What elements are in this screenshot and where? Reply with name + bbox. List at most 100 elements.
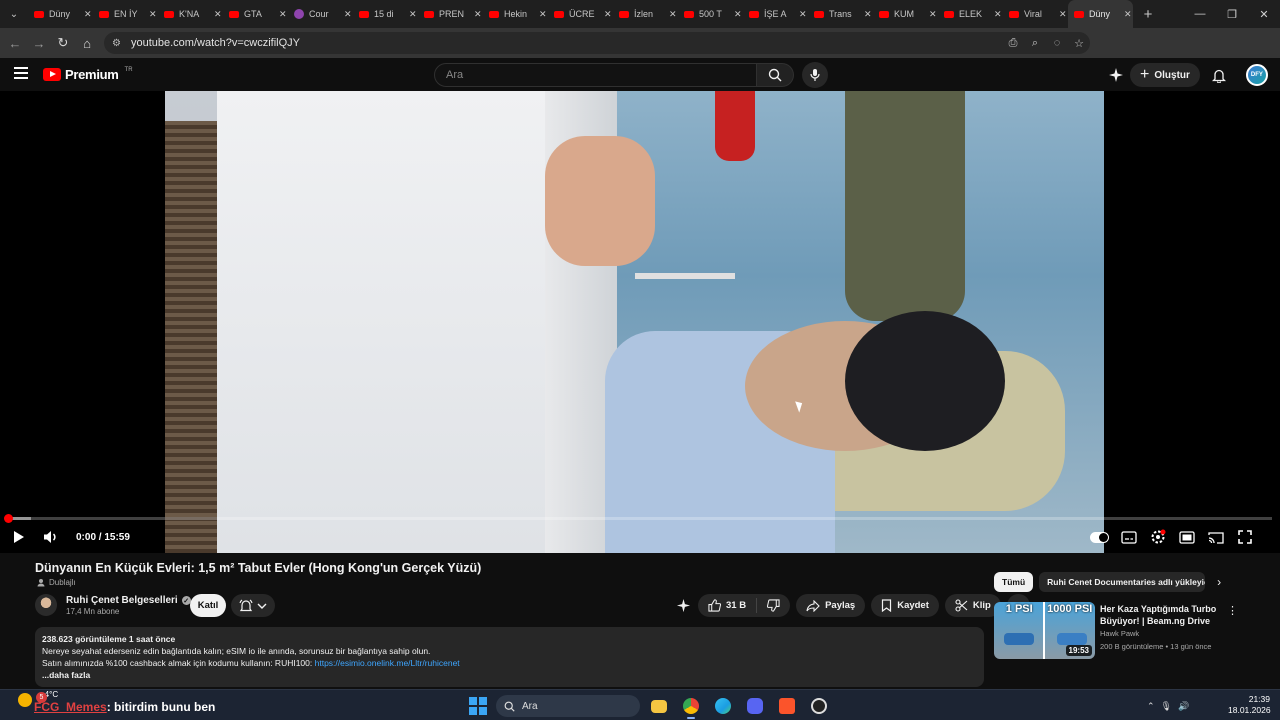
subscription-bell-button[interactable] xyxy=(231,594,275,617)
tray-mic-icon[interactable]: 🎙 xyxy=(1161,701,1172,712)
browser-tab[interactable]: EN İY ✕ xyxy=(93,0,158,28)
show-more-link[interactable]: ...daha fazla xyxy=(42,669,977,681)
tray-chevron-up-icon[interactable]: ⌃ xyxy=(1147,701,1155,712)
browser-tab[interactable]: Hekin ✕ xyxy=(483,0,548,28)
tab-close-icon[interactable]: ✕ xyxy=(474,9,482,20)
tab-close-icon[interactable]: ✕ xyxy=(84,9,92,20)
chrome-icon[interactable] xyxy=(678,693,704,719)
edge-icon[interactable] xyxy=(710,693,736,719)
browser-tab[interactable]: PREN ✕ xyxy=(418,0,483,28)
tab-close-icon[interactable]: ✕ xyxy=(539,9,547,20)
recommended-channel[interactable]: Hawk Pawk xyxy=(1100,629,1139,638)
chip-from-uploader[interactable]: Ruhi Cenet Documentaries adlı yükleyicid… xyxy=(1039,572,1206,592)
address-bar[interactable]: ⚙ youtube.com/watch?v=cwczifilQJY xyxy=(104,32,1090,54)
channel-name[interactable]: Ruhi Çenet Belgeselleri xyxy=(66,595,178,606)
obs-icon[interactable] xyxy=(806,693,832,719)
miniplayer-icon[interactable] xyxy=(1177,528,1196,547)
home-icon[interactable]: ⌂ xyxy=(75,28,99,58)
settings-gear-icon[interactable] xyxy=(1148,528,1167,547)
tab-search-icon[interactable]: ⌄ xyxy=(0,0,28,28)
browser-tab[interactable]: İŞE A ✕ xyxy=(743,0,808,28)
share-button[interactable]: Paylaş xyxy=(796,594,866,617)
eye-off-icon[interactable]: ◌ xyxy=(1046,37,1068,49)
play-icon[interactable] xyxy=(10,529,26,545)
autoplay-toggle[interactable] xyxy=(1090,528,1109,547)
browser-tab[interactable]: Düny ✕ xyxy=(28,0,93,28)
chip-all[interactable]: Tümü xyxy=(994,572,1034,592)
volume-icon[interactable] xyxy=(42,529,60,545)
tab-close-icon[interactable]: ✕ xyxy=(409,9,417,20)
browser-tab[interactable]: 500 T ✕ xyxy=(678,0,743,28)
join-button[interactable]: Katıl xyxy=(190,594,226,617)
fullscreen-icon[interactable] xyxy=(1235,528,1254,547)
browser-tab[interactable]: Cour ✕ xyxy=(288,0,353,28)
browser-tab[interactable]: GTA ✕ xyxy=(223,0,288,28)
back-icon[interactable]: ← xyxy=(3,28,27,58)
browser-tab[interactable]: Viral ✕ xyxy=(1003,0,1068,28)
youtube-premium-logo[interactable]: Premium TR xyxy=(43,67,133,82)
clip-button[interactable]: Klip xyxy=(944,594,1001,617)
voice-search-button[interactable] xyxy=(802,62,828,88)
taskbar-clock[interactable]: 21:39 18.01.2026 xyxy=(1228,694,1271,716)
minimize-icon[interactable]: — xyxy=(1184,0,1216,28)
ask-sparkle-icon[interactable] xyxy=(1108,67,1124,83)
create-button[interactable]: + Oluştur xyxy=(1130,63,1200,87)
tab-close-icon[interactable]: ✕ xyxy=(344,9,352,20)
restore-icon[interactable]: ❐ xyxy=(1216,0,1248,28)
browser-tab[interactable]: Trans ✕ xyxy=(808,0,873,28)
scrubber-handle[interactable] xyxy=(4,514,13,523)
account-avatar[interactable]: DFY xyxy=(1245,64,1268,86)
browser-tab[interactable]: ÜCRE ✕ xyxy=(548,0,613,28)
file-explorer-icon[interactable] xyxy=(646,693,672,719)
video-frame[interactable] xyxy=(165,91,1104,553)
video-player[interactable]: 0:00 / 15:59 xyxy=(0,91,1280,553)
tab-close-icon[interactable]: ✕ xyxy=(799,9,807,20)
recommended-title[interactable]: Her Kaza Yaptığımda Turbo Büyüyor! | Bea… xyxy=(1100,603,1224,627)
tab-close-icon[interactable]: ✕ xyxy=(994,9,1002,20)
hamburger-menu-icon[interactable] xyxy=(14,67,28,79)
tab-close-icon[interactable]: ✕ xyxy=(864,9,872,20)
cast-icon[interactable] xyxy=(1206,528,1225,547)
tab-close-icon[interactable]: ✕ xyxy=(604,9,612,20)
search-button[interactable] xyxy=(757,63,794,87)
tray-volume-icon[interactable]: 🔊 xyxy=(1178,701,1189,712)
save-button[interactable]: Kaydet xyxy=(871,594,939,617)
ask-ai-icon[interactable] xyxy=(674,594,692,617)
esim-link[interactable]: https://esimio.onelink.me/Lltr/ruhicenet xyxy=(315,658,460,668)
description-box[interactable]: 238.623 görüntüleme 1 saat önce Nereye s… xyxy=(35,627,984,687)
discord-icon[interactable] xyxy=(742,693,768,719)
browser-tab[interactable]: 15 di ✕ xyxy=(353,0,418,28)
browser-tab[interactable]: ELEK ✕ xyxy=(938,0,1003,28)
chevron-right-icon[interactable]: › xyxy=(1211,575,1227,589)
bookmark-star-icon[interactable]: ☆ xyxy=(1068,37,1090,50)
tab-close-icon[interactable]: ✕ xyxy=(214,9,222,20)
like-button[interactable]: 31 B xyxy=(698,598,758,613)
browser-tab[interactable]: Düny ✕ xyxy=(1068,0,1133,28)
zoom-icon[interactable]: ⌕ xyxy=(1024,37,1046,50)
reload-icon[interactable]: ↻ xyxy=(51,28,75,58)
tab-close-icon[interactable]: ✕ xyxy=(1059,9,1067,20)
forward-icon[interactable]: → xyxy=(27,28,51,58)
tab-close-icon[interactable]: ✕ xyxy=(149,9,157,20)
tab-close-icon[interactable]: ✕ xyxy=(929,9,937,20)
subtitles-icon[interactable] xyxy=(1119,528,1138,547)
site-info-icon[interactable]: ⚙ xyxy=(112,38,121,49)
tab-close-icon[interactable]: ✕ xyxy=(1124,9,1132,20)
install-app-icon[interactable]: ⎙ xyxy=(1002,37,1024,50)
dislike-button[interactable] xyxy=(757,599,790,612)
progress-bar[interactable] xyxy=(4,514,1272,523)
search-input[interactable]: Ara xyxy=(434,63,757,87)
channel-avatar[interactable] xyxy=(35,594,57,616)
recommended-menu-icon[interactable]: ⋮ xyxy=(1227,604,1238,617)
browser-tab[interactable]: İzlen ✕ xyxy=(613,0,678,28)
recommended-video[interactable]: 1 PSI 1000 PSI 19:53 Her Kaza Yaptığımda… xyxy=(994,602,1254,660)
recommended-thumbnail[interactable]: 1 PSI 1000 PSI 19:53 xyxy=(994,602,1095,659)
tab-close-icon[interactable]: ✕ xyxy=(279,9,287,20)
channel-name-row[interactable]: Ruhi Çenet Belgeselleri ✓ xyxy=(66,595,191,606)
browser-tab[interactable]: K'NA ✕ xyxy=(158,0,223,28)
taskbar-search[interactable]: Ara xyxy=(496,695,640,717)
windows-start-icon[interactable] xyxy=(466,694,490,718)
close-window-icon[interactable]: ✕ xyxy=(1248,0,1280,28)
tab-close-icon[interactable]: ✕ xyxy=(734,9,742,20)
browser-tab[interactable]: KUM ✕ xyxy=(873,0,938,28)
